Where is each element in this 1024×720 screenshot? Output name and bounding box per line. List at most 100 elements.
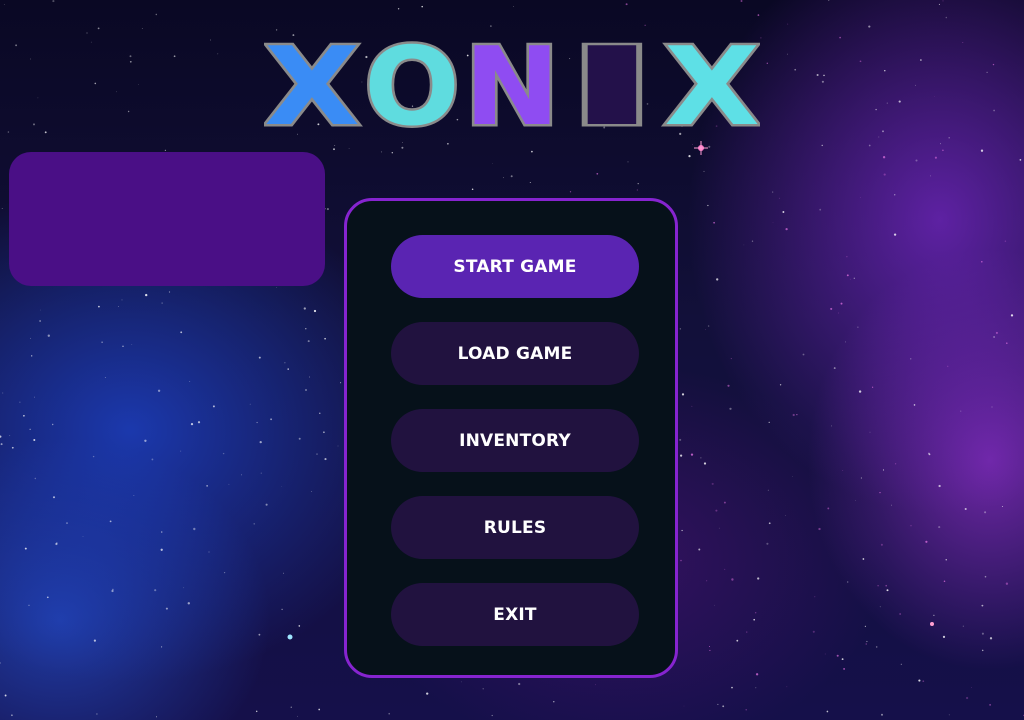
- star: [141, 28, 143, 29]
- star: [51, 423, 54, 426]
- star: [311, 491, 313, 492]
- star: [208, 551, 210, 553]
- star: [298, 625, 301, 627]
- star: [942, 149, 944, 152]
- star: [460, 681, 462, 683]
- rules-button[interactable]: RULES: [391, 496, 639, 559]
- star: [421, 5, 423, 8]
- star: [145, 293, 148, 297]
- star: [691, 405, 693, 407]
- star: [121, 299, 123, 301]
- star: [490, 25, 492, 27]
- star: [703, 462, 707, 465]
- logo-letter-4: I: [564, 38, 660, 132]
- star: [212, 405, 215, 408]
- star: [942, 635, 946, 639]
- star: [319, 412, 321, 414]
- load-game-button[interactable]: LOAD GAME: [391, 322, 639, 385]
- star: [821, 80, 824, 83]
- star: [284, 362, 286, 364]
- star: [34, 477, 37, 480]
- star: [915, 84, 916, 86]
- star: [981, 632, 984, 635]
- star: [161, 302, 163, 304]
- star: [258, 633, 261, 636]
- star: [681, 393, 685, 396]
- star: [833, 367, 836, 370]
- star: [31, 355, 33, 357]
- star: [767, 489, 769, 491]
- star: [847, 581, 849, 583]
- star: [736, 639, 739, 642]
- star: [492, 162, 493, 164]
- star: [846, 256, 848, 258]
- star: [859, 60, 862, 63]
- star: [197, 421, 201, 424]
- star: [190, 422, 194, 426]
- inventory-label: INVENTORY: [459, 430, 571, 451]
- star: [0, 662, 1, 664]
- star: [964, 507, 967, 511]
- star: [688, 155, 691, 158]
- star: [109, 520, 112, 523]
- star: [97, 27, 100, 30]
- star: [853, 277, 855, 279]
- star: [743, 244, 745, 246]
- star: [920, 59, 922, 61]
- star: [253, 523, 255, 525]
- star: [877, 584, 879, 587]
- star: [94, 82, 97, 85]
- star: [297, 715, 298, 717]
- star: [426, 692, 429, 695]
- star: [779, 384, 782, 386]
- star: [802, 353, 805, 356]
- star: [164, 149, 166, 151]
- star: [324, 337, 326, 340]
- star: [115, 91, 117, 93]
- star: [819, 208, 822, 211]
- inventory-button[interactable]: INVENTORY: [391, 409, 639, 472]
- star: [333, 148, 335, 151]
- star: [305, 389, 307, 391]
- star: [154, 589, 157, 592]
- star: [884, 70, 886, 72]
- star: [913, 404, 916, 406]
- star: [82, 536, 84, 537]
- star: [792, 413, 795, 417]
- star: [131, 344, 133, 345]
- star: [270, 418, 273, 421]
- star: [265, 503, 268, 506]
- star: [818, 527, 821, 531]
- logo-letter-1: X: [264, 38, 360, 132]
- star: [947, 365, 949, 367]
- sparkle-star: [930, 622, 934, 626]
- exit-button[interactable]: EXIT: [391, 583, 639, 646]
- star: [755, 687, 757, 689]
- star: [160, 548, 163, 551]
- star: [755, 673, 759, 676]
- star: [787, 23, 789, 25]
- star: [724, 568, 726, 570]
- star: [910, 358, 912, 360]
- star: [716, 278, 719, 281]
- star: [782, 211, 785, 213]
- star: [627, 161, 629, 163]
- star: [981, 604, 984, 607]
- start-game-button[interactable]: START GAME: [391, 235, 639, 298]
- star: [518, 682, 521, 686]
- star: [337, 445, 339, 447]
- star: [708, 145, 711, 148]
- star: [984, 575, 987, 578]
- star: [151, 458, 154, 461]
- star: [785, 227, 788, 231]
- star: [706, 580, 708, 582]
- star: [258, 356, 261, 359]
- star: [883, 173, 886, 176]
- star: [945, 559, 947, 561]
- star: [796, 414, 798, 416]
- star: [878, 136, 880, 138]
- star: [33, 438, 36, 442]
- star: [281, 608, 283, 611]
- star: [722, 705, 725, 708]
- star: [553, 701, 555, 703]
